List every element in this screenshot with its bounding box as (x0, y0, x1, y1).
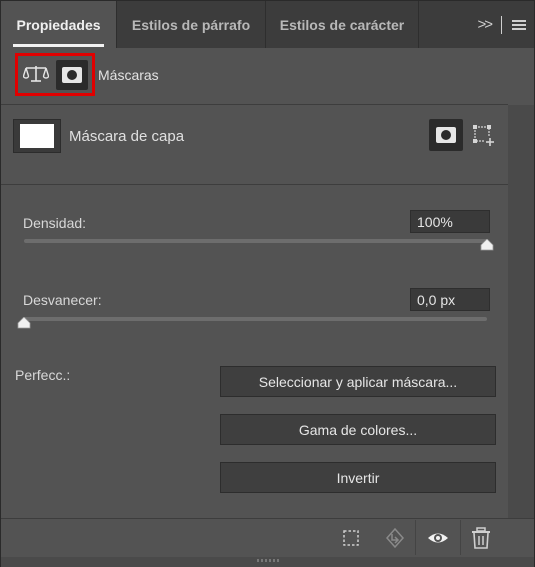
expand-panels-button[interactable]: >> (477, 16, 492, 33)
toolbar-separator (460, 520, 461, 555)
layer-mask-thumbnail[interactable] (13, 119, 61, 153)
tab-estilos-parrafo[interactable]: Estilos de párrafo (117, 1, 266, 48)
section-title: Máscaras (98, 67, 159, 83)
toolbar-separator (415, 520, 416, 555)
tab-propiedades[interactable]: Propiedades (1, 1, 117, 48)
scale-icon[interactable] (23, 64, 49, 84)
resize-grip-dots (257, 559, 281, 562)
tab-bar: Propiedades Estilos de párrafo Estilos d… (1, 1, 534, 48)
hamburger-menu-icon[interactable] (512, 19, 526, 30)
trash-icon[interactable] (469, 526, 493, 550)
feather-slider[interactable] (24, 317, 487, 321)
tab-tools: >> (454, 1, 534, 48)
select-and-mask-button[interactable]: Seleccionar y aplicar máscara... (220, 366, 496, 397)
add-pixel-mask-icon[interactable] (429, 119, 463, 151)
pixel-mask-icon[interactable] (56, 60, 88, 90)
density-input[interactable]: 100% (410, 210, 490, 233)
layer-mask-label: Máscara de capa (69, 128, 185, 145)
load-selection-icon[interactable] (339, 526, 363, 550)
scrollbar[interactable] (508, 105, 534, 518)
feather-slider-handle[interactable] (17, 317, 31, 329)
density-slider-handle[interactable] (480, 239, 494, 251)
tab-tools-separator (501, 15, 502, 34)
bottom-toolbar (1, 518, 534, 558)
density-slider[interactable] (24, 239, 487, 243)
properties-panel: Propiedades Estilos de párrafo Estilos d… (0, 0, 535, 567)
refine-label: Perfecc.: (15, 367, 71, 383)
tab-estilos-caracter[interactable]: Estilos de carácter (266, 1, 419, 48)
feather-input[interactable]: 0,0 px (410, 288, 490, 311)
divider (1, 104, 508, 105)
add-vector-mask-icon[interactable] (472, 124, 496, 148)
invert-button[interactable]: Invertir (220, 462, 496, 493)
divider (1, 184, 508, 185)
apply-mask-icon[interactable] (383, 526, 407, 550)
color-range-button[interactable]: Gama de colores... (220, 414, 496, 445)
density-label: Densidad: (23, 215, 87, 231)
feather-label: Desvanecer: (23, 292, 102, 308)
visibility-eye-icon[interactable] (426, 526, 450, 550)
